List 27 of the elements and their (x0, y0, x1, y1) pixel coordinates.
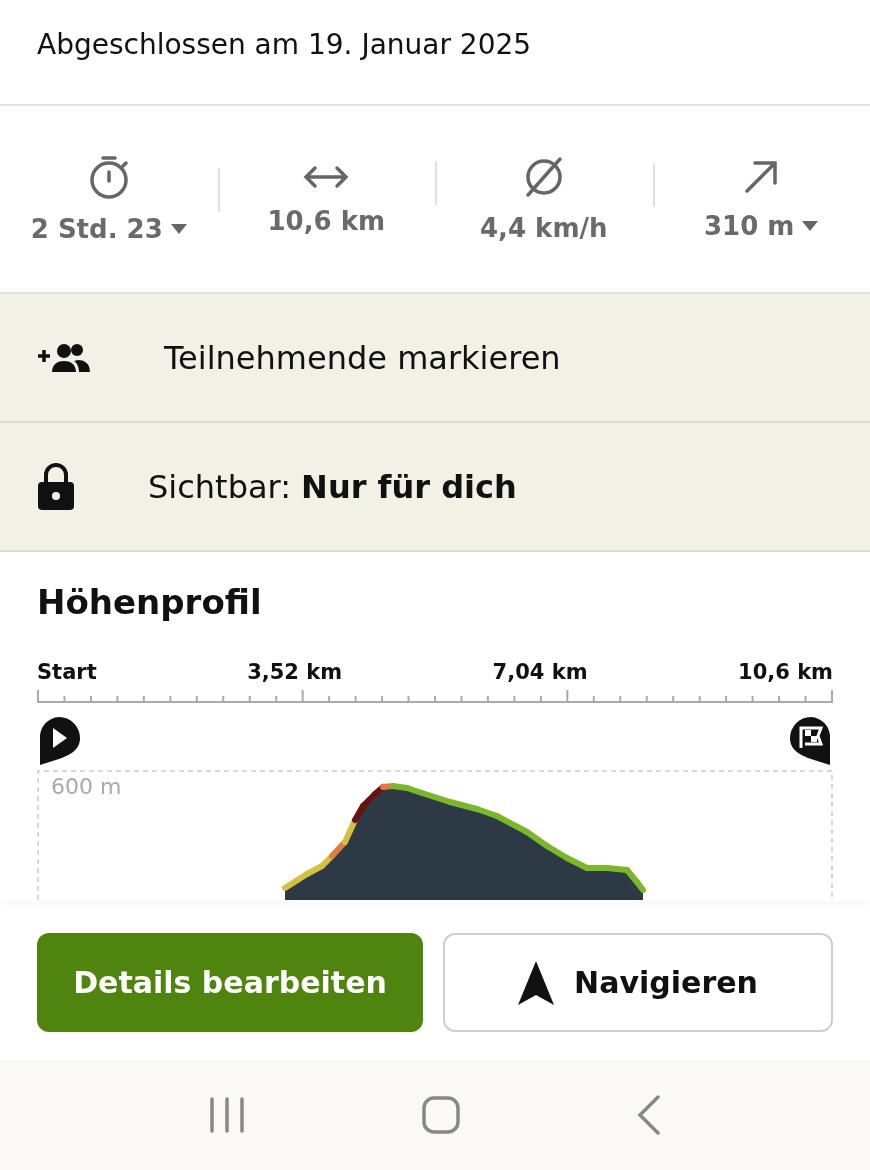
add-people-icon (36, 341, 92, 374)
section-title: Höhenprofil (37, 582, 263, 622)
stat-value: 10,6 km (267, 206, 386, 236)
action-row[interactable]: Sichtbar: Nur für dich (0, 423, 870, 552)
action-label: Teilnehmende markieren (164, 338, 561, 377)
stat-value[interactable]: 2 Std. 23 (30, 214, 187, 244)
action-label: Sichtbar: Nur für dich (148, 467, 517, 506)
elevation-label: 600 m (51, 774, 122, 799)
navigate-button[interactable]: Navigieren (443, 933, 833, 1032)
axis-label: 7,04 km (492, 660, 588, 684)
recent-apps-icon[interactable] (208, 1097, 245, 1133)
navigation-arrow-icon (518, 960, 555, 1005)
caret-icon (802, 221, 819, 231)
edit-details-button[interactable]: Details bearbeiten (37, 933, 423, 1032)
axis-label: 3,52 km (247, 660, 343, 684)
caret-icon (170, 224, 187, 234)
finish-flag-marker-icon (789, 716, 833, 766)
stat-value[interactable]: 310 m (704, 211, 819, 241)
back-icon[interactable] (637, 1095, 662, 1135)
axis-label: 10,6 km (738, 660, 833, 684)
lock-icon (36, 462, 76, 511)
home-icon[interactable] (422, 1096, 460, 1134)
start-marker-icon (37, 716, 81, 766)
stat-value: 4,4 km/h (480, 213, 608, 243)
action-row[interactable]: Teilnehmende markieren (0, 294, 870, 423)
axis-label: Start (37, 660, 97, 684)
completion-date: Abgeschlossen am 19. Januar 2025 (37, 28, 532, 61)
